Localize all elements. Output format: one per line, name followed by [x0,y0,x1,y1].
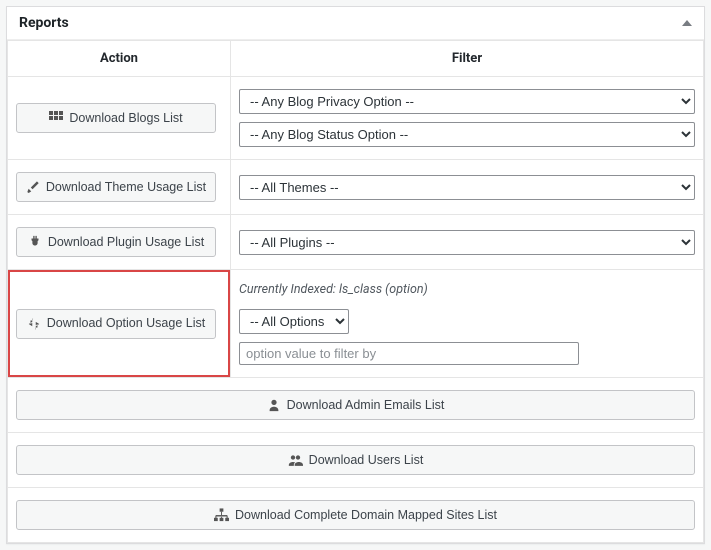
download-blogs-button[interactable]: Download Blogs List [16,103,216,133]
button-label: Download Users List [309,454,424,467]
panel-title: Reports [19,15,69,31]
header-filter: Filter [231,41,704,77]
download-admin-emails-button[interactable]: Download Admin Emails List [16,390,695,420]
themes-select[interactable]: -- All Themes -- [239,175,695,200]
button-label: Download Option Usage List [47,317,205,330]
row-options: Download Option Usage List Currently Ind… [8,270,704,378]
brush-icon [26,180,40,194]
grid-icon [49,111,63,125]
row-domains: Download Complete Domain Mapped Sites Li… [8,488,704,543]
button-label: Download Admin Emails List [287,399,445,412]
user-icon [267,398,281,412]
users-icon [288,453,303,467]
download-users-button[interactable]: Download Users List [16,445,695,475]
arrows-icon [27,317,41,331]
row-themes: Download Theme Usage List -- All Themes … [8,160,704,215]
reports-panel: Reports Action Filter Download Blogs Lis… [6,6,705,544]
button-label: Download Theme Usage List [46,181,206,194]
button-label: Download Plugin Usage List [48,236,204,249]
blog-privacy-select[interactable]: -- Any Blog Privacy Option -- [239,89,695,114]
row-users: Download Users List [8,433,704,488]
plugins-select[interactable]: -- All Plugins -- [239,230,695,255]
row-plugins: Download Plugin Usage List -- All Plugin… [8,215,704,270]
blog-status-select[interactable]: -- Any Blog Status Option -- [239,122,695,147]
collapse-icon [682,20,692,26]
plug-icon [28,235,42,249]
reports-panel-header[interactable]: Reports [7,7,704,40]
reports-table: Action Filter Download Blogs List [7,40,704,543]
options-indexed-note: Currently Indexed: ls_class (option) [239,282,695,297]
sitemap-icon [214,508,229,522]
row-admins: Download Admin Emails List [8,378,704,433]
header-action: Action [8,41,231,77]
download-themes-button[interactable]: Download Theme Usage List [16,172,216,202]
download-domain-mapped-button[interactable]: Download Complete Domain Mapped Sites Li… [16,500,695,530]
button-label: Download Blogs List [69,112,182,125]
options-highlight-cell: Download Option Usage List [8,270,231,378]
button-label: Download Complete Domain Mapped Sites Li… [235,509,497,522]
download-options-button[interactable]: Download Option Usage List [16,309,216,339]
options-select[interactable]: -- All Options -- [239,309,349,334]
row-blogs: Download Blogs List -- Any Blog Privacy … [8,77,704,160]
option-value-input[interactable] [239,342,579,365]
download-plugins-button[interactable]: Download Plugin Usage List [16,227,216,257]
